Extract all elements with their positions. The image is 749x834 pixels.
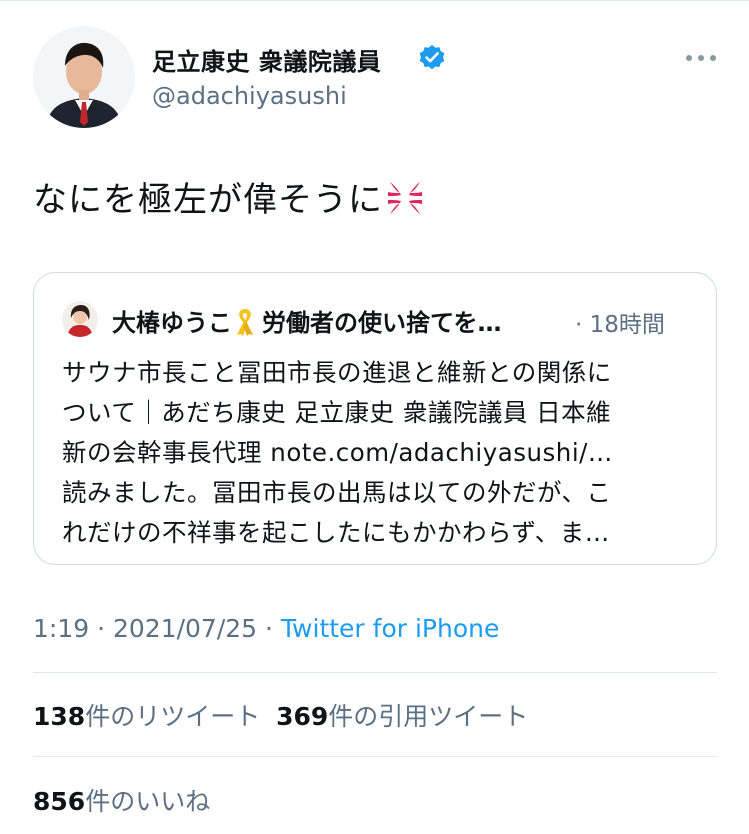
quoted-line: 新の会幹事長代理 note.com/adachiyasushi/… <box>62 438 613 467</box>
tweet-body: なにを極左が偉そうに <box>33 180 383 220</box>
quoted-tweet-time[interactable]: · 18時間 <box>575 305 665 339</box>
meta-separator: · <box>89 614 113 643</box>
quoted-author-name[interactable]: 大椿ゆうこ 労働者の使い捨てを… <box>112 303 502 338</box>
tweet-text: なにを極左が偉そうに <box>33 178 425 222</box>
quote-tweets-stat[interactable]: 369件の引用ツイート <box>276 702 528 731</box>
stats-divider-middle <box>33 756 717 757</box>
quote-tweets-label: 件の引用ツイート <box>328 702 529 731</box>
tweet-source-link[interactable]: Twitter for iPhone <box>281 614 499 643</box>
top-divider <box>0 0 749 1</box>
author-handle[interactable]: @adachiyasushi <box>152 82 347 110</box>
meta-separator: · <box>257 614 281 643</box>
quoted-line: サウナ市長こと冨田市長の進退と維新との関係に <box>62 358 612 387</box>
more-options-icon[interactable] <box>686 50 716 66</box>
tweet-time[interactable]: 1:19 <box>33 614 89 643</box>
quoted-author-name-rest: 労働者の使い捨てを… <box>262 309 502 337</box>
quoted-line: れだけの不祥事を起こしたにもかかわらず、ま… <box>62 518 610 547</box>
likes-label: 件のいいね <box>85 787 211 816</box>
retweets-count: 138 <box>33 702 86 731</box>
quoted-tweet-text: サウナ市長こと冨田市長の進退と維新との関係に ついて｜あだち康史 足立康史 衆議… <box>62 353 712 553</box>
quote-tweets-count: 369 <box>276 702 329 731</box>
retweets-label: 件のリツイート <box>85 702 261 731</box>
verified-badge-icon <box>419 45 445 70</box>
quoted-tweet-card[interactable]: 大椿ゆうこ 労働者の使い捨てを… · 18時間 サウナ市長こと冨田市長の進退と維… <box>33 272 717 565</box>
author-display-name[interactable]: 足立康史 衆議院議員 <box>152 42 381 77</box>
quoted-author-avatar[interactable] <box>62 301 98 337</box>
quoted-line: 読みました。冨田市長の出馬は以ての外だが、こ <box>62 478 612 507</box>
tweet-date[interactable]: 2021/07/25 <box>113 614 257 643</box>
retweets-stat[interactable]: 138件のリツイート <box>33 702 260 731</box>
quoted-line: ついて｜あだち康史 足立康史 衆議院議員 日本維 <box>62 398 612 427</box>
author-avatar[interactable] <box>33 26 135 128</box>
quoted-author-name-main: 大椿ゆうこ <box>112 309 232 337</box>
likes-stat[interactable]: 856件のいいね <box>33 782 210 818</box>
yellow-ribbon-icon <box>237 309 253 336</box>
likes-count: 856 <box>33 787 86 816</box>
stats-divider-top <box>33 672 717 673</box>
engagement-stats: 138件のリツイート 369件の引用ツイート <box>33 697 528 733</box>
tweet-meta: 1:19 · 2021/07/25 · Twitter for iPhone <box>33 614 499 643</box>
anger-icon <box>388 182 422 214</box>
